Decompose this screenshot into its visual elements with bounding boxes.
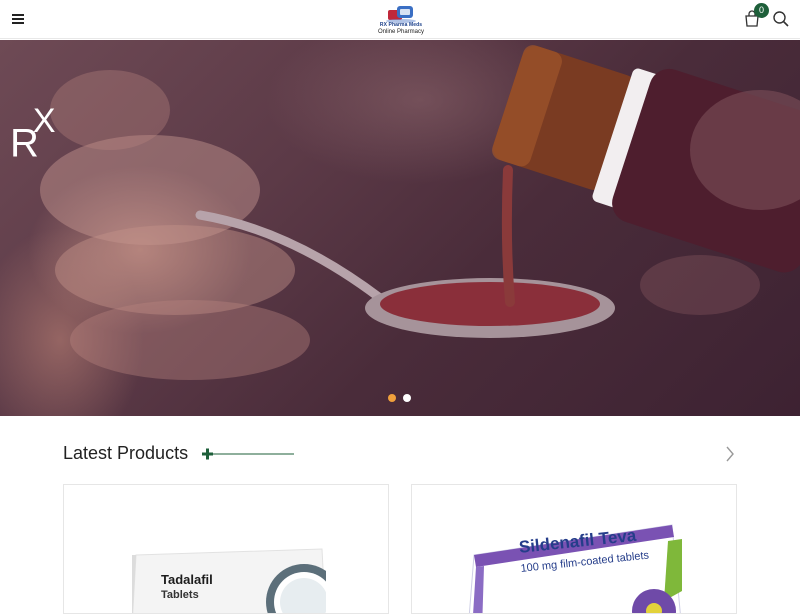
slider-dot-active[interactable] [388,394,396,402]
hero-slider[interactable]: RX [0,40,800,416]
logo-subtitle: Online Pharmacy [377,29,425,35]
hero-rx-logo: RX [10,102,56,166]
hero-rx-sup: X [32,102,56,140]
search-icon[interactable] [772,10,790,28]
product-name: Tadalafil [161,572,213,587]
product-card[interactable]: Sildenafil Teva 100 mg film-coated table… [411,484,737,614]
chevron-right-icon[interactable] [722,446,738,462]
slider-pagination [388,394,414,404]
slider-dot[interactable] [403,394,411,402]
cart-count-badge: 0 [754,3,769,18]
site-header: RX Pharma Meds Online Pharmacy 0 [0,0,800,39]
logo-mark [386,6,416,23]
plus-icon [202,448,294,460]
hero-image [40,45,800,380]
product-form: Tablets [161,589,199,601]
section-title: Latest Products [63,443,189,463]
site-logo[interactable]: RX Pharma Meds Online Pharmacy [368,3,434,36]
logo-title: RX Pharma Meds [379,22,423,28]
hamburger-menu-icon[interactable] [12,13,26,25]
product-card[interactable]: Tadalafil Tablets [63,484,389,614]
